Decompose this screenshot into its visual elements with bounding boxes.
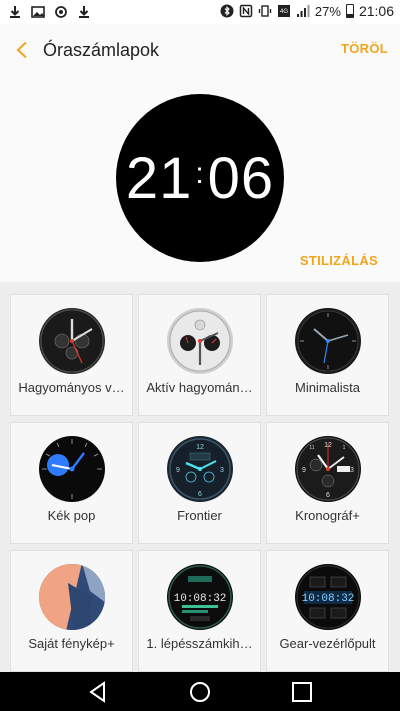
svg-text:3: 3 bbox=[220, 467, 224, 474]
watch-face-label: Hagyományos v… bbox=[18, 380, 125, 395]
style-button[interactable]: STILIZÁLÁS bbox=[300, 253, 378, 268]
watch-face-tile[interactable]: Aktív hagyomán… bbox=[138, 294, 261, 416]
svg-text:4G: 4G bbox=[280, 9, 288, 15]
signal-icon bbox=[296, 4, 310, 19]
watch-face-label: Kék pop bbox=[47, 508, 96, 523]
download-icon bbox=[8, 4, 22, 19]
frontier-watch-icon: 12 3 6 9 bbox=[166, 435, 234, 503]
watch-face-label: Kronográf+ bbox=[295, 508, 360, 523]
recents-nav-icon[interactable] bbox=[290, 680, 314, 704]
svg-text:1: 1 bbox=[343, 445, 346, 451]
nfc-icon bbox=[239, 4, 253, 19]
svg-text:12: 12 bbox=[196, 444, 204, 451]
watch-face-label: Minimalista bbox=[294, 380, 360, 395]
battery-icon bbox=[345, 4, 354, 18]
step-counter-watch-icon: 10:08:32 bbox=[166, 563, 234, 631]
svg-text:9: 9 bbox=[302, 467, 306, 474]
watch-face-label: 1. lépésszámkih… bbox=[146, 636, 253, 651]
status-bar: 4G 27% 21:06 bbox=[0, 0, 400, 24]
image-icon bbox=[31, 4, 45, 19]
vibrate-icon bbox=[258, 4, 272, 19]
preview-hours: 21 bbox=[125, 145, 193, 211]
watch-face-label: Aktív hagyomán… bbox=[146, 380, 253, 395]
own-photo-watch-icon bbox=[38, 563, 106, 631]
svg-text:9: 9 bbox=[176, 467, 180, 474]
minimalist-watch-icon bbox=[294, 307, 362, 375]
page-title: Óraszámlapok bbox=[43, 40, 160, 60]
back-nav-icon[interactable] bbox=[86, 680, 110, 704]
watch-face-label: Frontier bbox=[177, 508, 222, 523]
home-nav-icon[interactable] bbox=[188, 680, 212, 704]
traditional-watch-icon bbox=[38, 307, 106, 375]
gear-dashboard-thumb-time: 10:08:32 bbox=[302, 593, 355, 605]
chronograph-watch-icon: 12369 111 bbox=[294, 435, 362, 503]
watch-face-tile[interactable]: Minimalista bbox=[266, 294, 389, 416]
notification-icons bbox=[8, 4, 91, 19]
watch-face-label: Gear-vezérlőpult bbox=[279, 636, 376, 651]
preview-colon: : bbox=[195, 157, 205, 190]
svg-text:6: 6 bbox=[326, 492, 330, 499]
preview-minutes: 06 bbox=[207, 145, 275, 211]
chevron-left-icon bbox=[16, 41, 27, 59]
step-counter-thumb-time: 10:08:32 bbox=[174, 593, 227, 605]
current-watch-face-preview: 21 : 06 bbox=[116, 94, 284, 262]
battery-percent: 27% bbox=[314, 3, 341, 19]
svg-text:6: 6 bbox=[198, 491, 202, 498]
watch-face-tile[interactable]: Saját fénykép+ bbox=[10, 550, 133, 672]
system-icons: 4G 27% 21:06 bbox=[220, 3, 394, 19]
svg-text:3: 3 bbox=[350, 467, 354, 474]
watch-face-header: Óraszámlapok TÖRÖL 21 : 06 STILIZÁLÁS bbox=[0, 24, 400, 282]
watch-face-tile[interactable]: Hagyományos v… bbox=[10, 294, 133, 416]
watch-face-tile[interactable]: 10:08:32 1. lépésszámkih… bbox=[138, 550, 261, 672]
watch-face-tile[interactable]: 10:08:32 Gear-vezérlőpult bbox=[266, 550, 389, 672]
svg-text:11: 11 bbox=[309, 445, 314, 451]
back-button[interactable] bbox=[10, 38, 34, 62]
watch-face-grid: Hagyományos v… Aktív hagyomán… Minimalis… bbox=[0, 282, 400, 672]
navigation-bar bbox=[0, 672, 400, 711]
watch-face-tile[interactable]: Kék pop bbox=[10, 422, 133, 544]
delete-button[interactable]: TÖRÖL bbox=[341, 41, 388, 56]
status-time: 21:06 bbox=[358, 3, 394, 19]
bluetooth-icon bbox=[220, 4, 234, 19]
blue-pop-watch-icon bbox=[38, 435, 106, 503]
mobile-data-icon: 4G bbox=[277, 4, 291, 19]
watch-face-tile[interactable]: 12369 111 Kronográf+ bbox=[266, 422, 389, 544]
sync-icon bbox=[54, 4, 68, 19]
gear-dashboard-watch-icon: 10:08:32 bbox=[294, 563, 362, 631]
watch-face-label: Saját fénykép+ bbox=[28, 636, 115, 651]
watch-face-tile[interactable]: 12 3 6 9 Frontier bbox=[138, 422, 261, 544]
active-traditional-watch-icon bbox=[166, 307, 234, 375]
preview-time: 21 : 06 bbox=[126, 145, 274, 212]
download-icon bbox=[77, 4, 91, 19]
